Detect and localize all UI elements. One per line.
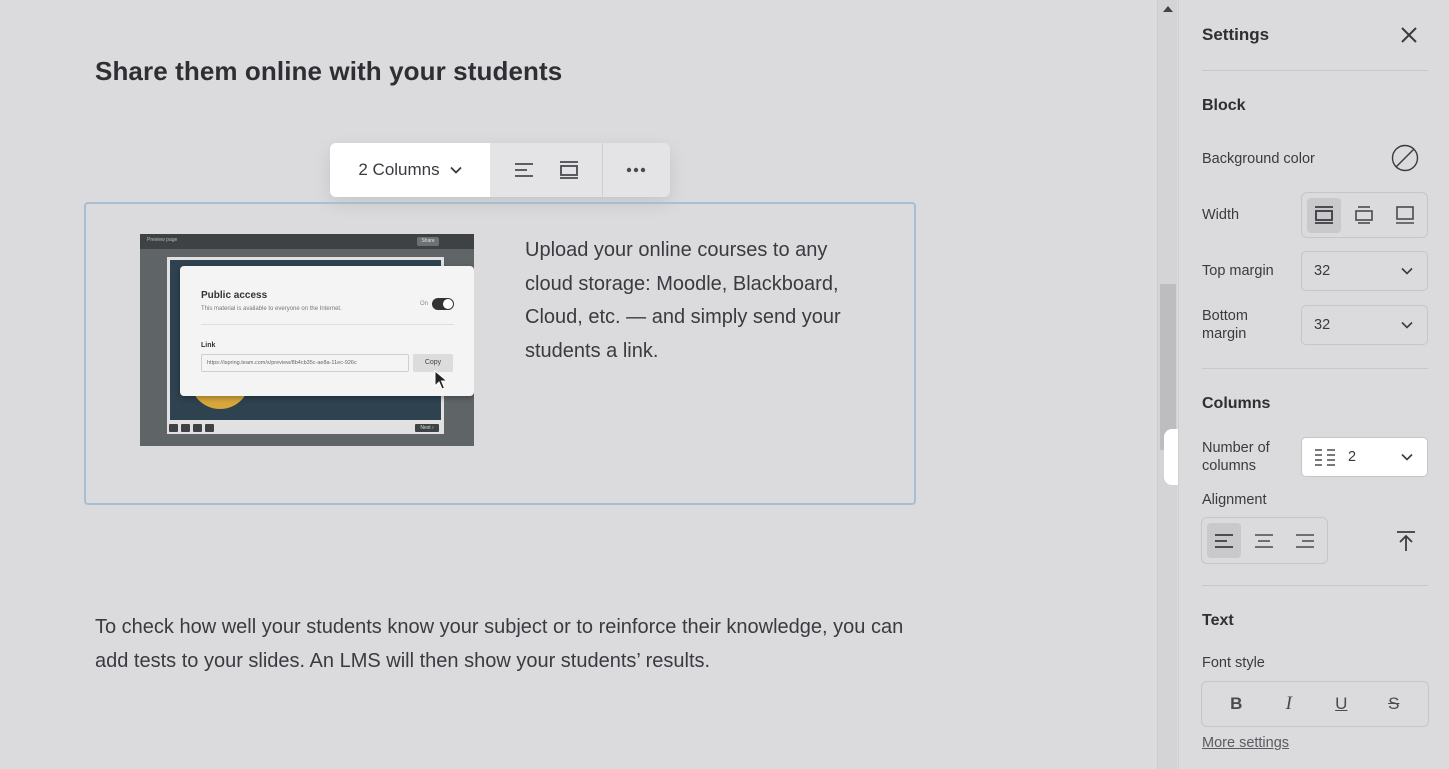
more-icon [626, 167, 645, 173]
close-icon[interactable] [1399, 25, 1419, 45]
align-left-button[interactable] [1207, 523, 1242, 558]
font-style-selector: B I U S [1201, 681, 1429, 727]
columns-dropdown[interactable]: 2 Columns [330, 143, 490, 197]
dialog-subtitle: This material is available to everyone o… [201, 306, 342, 312]
width-full-icon [1315, 206, 1334, 224]
chevron-down-icon [1401, 453, 1413, 461]
background-color-label: Background color [1202, 151, 1315, 167]
align-right-icon [1295, 533, 1314, 548]
preview-control-buttons [169, 424, 214, 432]
block-toolbar: 2 Columns [330, 143, 670, 197]
mouse-cursor-icon [434, 370, 448, 390]
number-of-columns-label: Number of columns [1202, 440, 1270, 474]
more-options-button[interactable] [613, 143, 658, 197]
link-url-field: https://ispring.team.com/s/preview/8b4cb… [201, 354, 409, 372]
settings-divider [1202, 585, 1428, 586]
width-medium-button[interactable] [1347, 198, 1381, 233]
bottom-margin-value: 32 [1314, 317, 1331, 333]
columns-icon [1315, 449, 1335, 466]
align-center-icon [1255, 533, 1274, 548]
top-margin-value: 32 [1314, 263, 1331, 279]
link-label: Link [201, 342, 216, 349]
dialog-title: Public access [201, 290, 268, 301]
chevron-down-icon [1401, 267, 1413, 275]
settings-divider [1202, 70, 1428, 71]
width-selector [1301, 192, 1428, 238]
course-preview-image[interactable]: Preview page Share Next › Public access … [140, 234, 474, 446]
alignment-label: Alignment [1202, 492, 1267, 508]
editor-canvas: Share them online with your students 2 C… [0, 0, 1157, 769]
chevron-down-icon [1401, 321, 1413, 329]
no-color-swatch-icon[interactable] [1391, 144, 1419, 172]
top-margin-select[interactable]: 32 [1301, 251, 1428, 291]
number-of-columns-value: 2 [1348, 449, 1357, 465]
width-box-button[interactable] [1388, 198, 1422, 233]
more-settings-link[interactable]: More settings [1202, 735, 1289, 751]
editor-scrollbar[interactable] [1157, 0, 1177, 769]
columns-section-title: Columns [1202, 395, 1271, 412]
block-width-button[interactable] [546, 143, 591, 197]
preview-window-title: Preview page [147, 237, 178, 243]
underline-button[interactable]: U [1321, 686, 1361, 722]
strikethrough-button[interactable]: S [1374, 686, 1414, 722]
preview-topbar: Preview page Share [140, 234, 474, 249]
bottom-margin-label: Bottom margin [1202, 308, 1248, 342]
align-left-icon [1215, 533, 1234, 548]
settings-panel: Settings Block Background color Width To… [1178, 0, 1449, 769]
width-box-icon [1395, 206, 1414, 224]
block-section-title: Block [1202, 97, 1246, 114]
italic-button[interactable]: I [1269, 686, 1309, 722]
bottom-margin-select[interactable]: 32 [1301, 305, 1428, 345]
settings-divider [1202, 368, 1428, 369]
align-right-button[interactable] [1288, 523, 1322, 558]
body-paragraph[interactable]: To check how well your students know you… [95, 610, 925, 678]
columns-dropdown-label: 2 Columns [358, 160, 440, 179]
width-full-button[interactable] [1307, 197, 1342, 233]
settings-title: Settings [1202, 25, 1270, 44]
chevron-down-icon [449, 166, 462, 174]
text-section-title: Text [1202, 612, 1234, 629]
page-heading[interactable]: Share them online with your students [95, 56, 562, 87]
align-left-icon [514, 163, 533, 177]
width-label: Width [1202, 207, 1240, 223]
preview-next-button: Next › [415, 424, 439, 432]
align-left-button[interactable] [501, 143, 546, 197]
width-medium-icon [1355, 206, 1374, 224]
toggle-switch [432, 298, 454, 310]
scrollbar-thumb[interactable] [1160, 284, 1176, 450]
block-width-icon [559, 161, 578, 179]
align-top-icon[interactable] [1395, 530, 1417, 552]
toggle-label: On [420, 301, 429, 307]
bold-button[interactable]: B [1216, 686, 1256, 722]
toolbar-divider [602, 143, 603, 197]
preview-share-button: Share [417, 237, 439, 246]
public-access-dialog: Public access This material is available… [180, 266, 474, 396]
top-margin-label: Top margin [1202, 263, 1274, 279]
dialog-divider [201, 324, 454, 325]
number-of-columns-select[interactable]: 2 [1301, 437, 1428, 477]
alignment-selector [1201, 517, 1328, 564]
column-text[interactable]: Upload your online courses to any cloud … [525, 234, 865, 368]
font-style-label: Font style [1202, 655, 1265, 671]
align-center-button[interactable] [1247, 523, 1281, 558]
scroll-up-arrow-icon[interactable] [1163, 6, 1173, 12]
